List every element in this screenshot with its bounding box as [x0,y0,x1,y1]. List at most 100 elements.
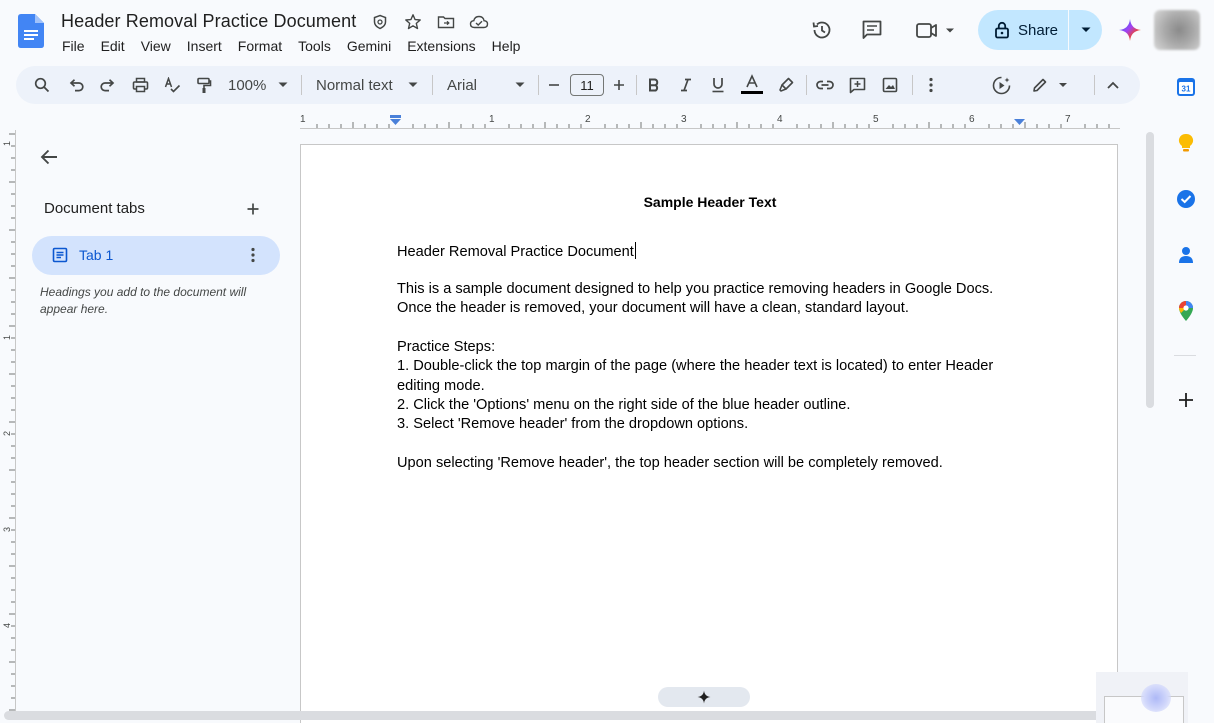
toolbar-divider [432,75,433,95]
contacts-icon[interactable] [1175,244,1197,266]
star-icon[interactable] [403,12,423,32]
increase-font-size-icon[interactable] [610,66,628,104]
document-body-line[interactable]: 3. Select 'Remove header' from the dropd… [397,416,748,432]
toolbar-divider [1094,75,1095,95]
italic-icon[interactable] [676,66,696,104]
document-page[interactable]: Sample Header Text Header Removal Practi… [300,144,1118,723]
top-bar: Header Removal Practice Document File Ed… [0,0,1214,64]
ruler-label: 3 [681,114,687,125]
decrease-font-size-icon[interactable] [546,66,562,104]
text-color-icon[interactable] [738,66,766,104]
hide-menus-icon[interactable] [1104,66,1122,104]
spellcheck-icon[interactable] [162,66,182,104]
side-panel-divider [1174,355,1196,356]
document-body-line[interactable]: Once the header is removed, your documen… [397,300,909,316]
get-add-ons-icon[interactable] [1175,389,1197,411]
document-body-line[interactable]: 1. Double-click the top margin of the pa… [397,358,993,374]
menu-edit[interactable]: Edit [101,38,125,54]
menu-file[interactable]: File [62,38,85,54]
share-dropdown-button[interactable] [1069,27,1102,33]
zoom-select[interactable]: 100% [228,66,292,104]
ruler-label: 2 [2,431,12,436]
toolbar-divider [301,75,302,95]
add-tab-icon[interactable] [243,199,263,219]
insert-image-icon[interactable] [880,66,900,104]
menu-insert[interactable]: Insert [187,38,222,54]
horizontal-scrollbar[interactable] [4,711,1114,720]
tab-item-tab-1[interactable]: Tab 1 [32,236,280,275]
undo-icon[interactable] [66,66,86,104]
gemini-summarize-icon[interactable] [990,66,1012,104]
menu-extensions[interactable]: Extensions [407,38,475,54]
document-body-line[interactable]: Practice Steps: [397,339,495,355]
font-size-input[interactable]: 11 [570,74,604,96]
font-family-select[interactable]: Arial [447,66,525,104]
ruler-label: 6 [969,114,975,125]
chevron-down-icon [408,82,418,87]
menu-help[interactable]: Help [492,38,521,54]
keep-icon[interactable] [1175,132,1197,154]
search-menus-icon[interactable] [32,66,52,104]
paint-format-icon[interactable] [194,66,214,104]
zoom-value: 100% [228,76,267,94]
bold-icon[interactable] [644,66,664,104]
toolbar-divider [636,75,637,95]
docs-logo-icon[interactable] [18,14,44,48]
tasks-icon[interactable] [1175,188,1197,210]
document-body-line[interactable]: 2. Click the 'Options' menu on the right… [397,397,850,413]
chevron-down-icon [1081,27,1090,32]
font-family-value: Arial [447,76,478,94]
document-tabs-title: Document tabs [44,200,145,217]
back-arrow-icon[interactable] [38,146,60,168]
toolbar: 100% Normal text Arial 11 [16,66,1140,104]
history-icon[interactable] [810,18,834,42]
more-options-icon[interactable] [922,66,940,104]
document-body-line[interactable]: This is a sample document designed to he… [397,281,993,297]
comments-icon[interactable] [860,18,884,42]
explore-button[interactable] [1141,684,1171,712]
paragraph-style-select[interactable]: Normal text [316,66,420,104]
insert-link-icon[interactable] [814,66,836,104]
print-icon[interactable] [130,66,150,104]
security-icon[interactable] [370,12,390,32]
tab-options-icon[interactable] [244,246,262,264]
redo-icon[interactable] [98,66,118,104]
editing-mode-select[interactable] [1032,66,1070,104]
ruler-label: 5 [873,114,879,125]
toolbar-divider [912,75,913,95]
document-body-line[interactable]: editing mode. [397,378,485,394]
calendar-icon[interactable]: 31 [1175,76,1197,98]
menu-view[interactable]: View [141,38,171,54]
lock-icon [994,21,1010,39]
maps-icon[interactable] [1175,300,1197,322]
ruler-label: 4 [2,623,12,628]
page-header-text[interactable]: Sample Header Text [301,194,1119,210]
paragraph-style-value: Normal text [316,76,393,94]
insert-comment-icon[interactable] [847,66,867,104]
vertical-ruler[interactable]: 1 1 2 3 4 [0,130,16,720]
document-heading-text: Header Removal Practice Document [397,244,634,260]
meet-icon[interactable] [914,18,958,42]
document-body-line[interactable]: Header Removal Practice Document [397,242,636,260]
tabs-hint-text: Headings you add to the document will ap… [40,285,247,316]
menu-tools[interactable]: Tools [298,38,331,54]
document-title[interactable]: Header Removal Practice Document [61,11,356,32]
underline-icon[interactable] [708,66,728,104]
horizontal-ruler[interactable]: 1 1 2 3 4 5 6 7 [300,111,1120,129]
share-button[interactable]: Share [978,10,1068,50]
move-folder-icon[interactable] [436,12,456,32]
gemini-suggestion-button[interactable] [658,687,750,707]
menu-gemini[interactable]: Gemini [347,38,391,54]
first-line-indent-marker[interactable] [390,115,401,118]
menu-format[interactable]: Format [238,38,282,54]
ruler-label: 1 [300,114,306,125]
gemini-icon[interactable] [1118,18,1142,42]
toolbar-divider [806,75,807,95]
highlight-icon[interactable] [776,66,796,104]
document-icon [52,247,68,263]
cloud-saved-icon[interactable] [469,12,489,32]
document-body-line[interactable]: Upon selecting 'Remove header', the top … [397,455,943,471]
vertical-scrollbar[interactable] [1146,132,1154,408]
account-avatar[interactable] [1154,10,1200,50]
ruler-label: 1 [2,141,12,146]
